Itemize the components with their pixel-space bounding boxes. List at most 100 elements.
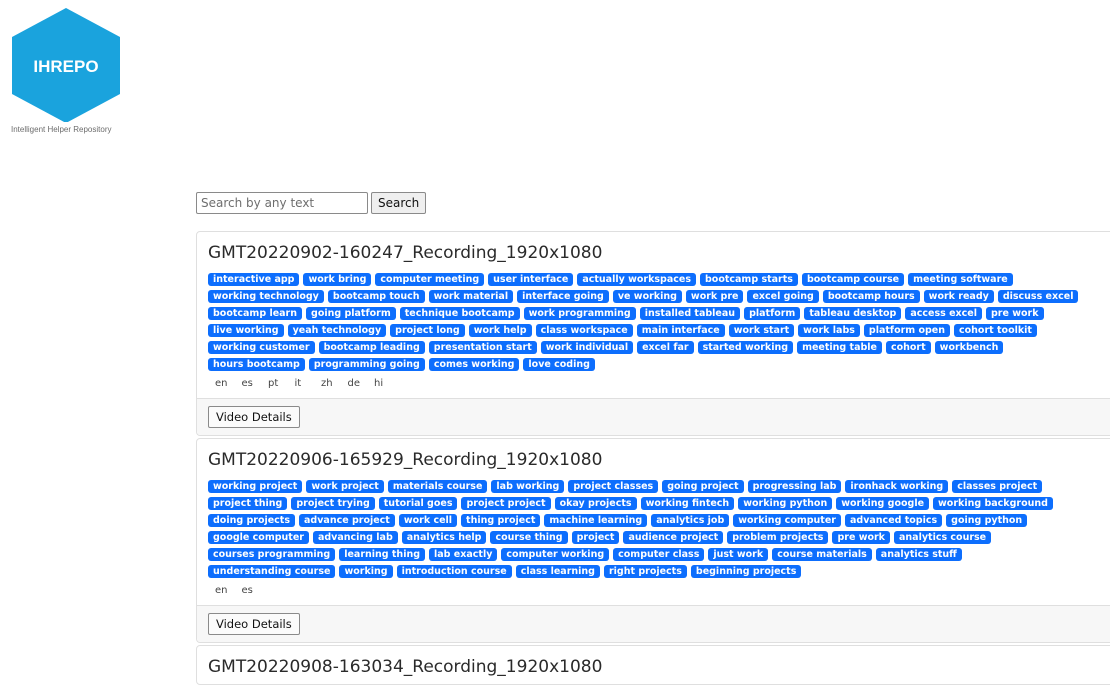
tag-badge[interactable]: project trying <box>291 497 375 510</box>
tag-badge[interactable]: working customer <box>208 341 315 354</box>
tag-badge[interactable]: excel far <box>637 341 694 354</box>
tag-badge[interactable]: learning thing <box>339 548 426 561</box>
tag-badge[interactable]: work ready <box>923 290 994 303</box>
tag-badge[interactable]: project <box>571 531 620 544</box>
tag-badge[interactable]: analytics help <box>401 531 487 544</box>
tag-badge[interactable]: just work <box>708 548 769 561</box>
tag-badge[interactable]: lab working <box>491 480 565 493</box>
language-link[interactable]: en <box>215 376 242 392</box>
tag-badge[interactable]: programming going <box>308 358 425 371</box>
tag-badge[interactable]: work individual <box>540 341 634 354</box>
tag-badge[interactable]: bootcamp leading <box>318 341 425 354</box>
tag-badge[interactable]: work programming <box>523 307 636 320</box>
tag-badge[interactable]: hours bootcamp <box>208 358 305 371</box>
language-link[interactable]: es <box>242 583 269 599</box>
tag-badge[interactable]: work material <box>428 290 514 303</box>
tag-badge[interactable]: course materials <box>772 548 872 561</box>
tag-badge[interactable]: work bring <box>303 273 372 286</box>
tag-badge[interactable]: going python <box>946 514 1028 527</box>
tag-badge[interactable]: excel going <box>747 290 819 303</box>
tag-badge[interactable]: lab exactly <box>429 548 498 561</box>
language-link[interactable]: es <box>242 376 269 392</box>
tag-badge[interactable]: started working <box>697 341 794 354</box>
tag-badge[interactable]: actually workspaces <box>577 273 696 286</box>
tag-badge[interactable]: bootcamp learn <box>208 307 303 320</box>
tag-badge[interactable]: tableau desktop <box>804 307 902 320</box>
tag-badge[interactable]: class learning <box>515 565 600 578</box>
tag-badge[interactable]: platform open <box>863 324 951 337</box>
tag-badge[interactable]: pre work <box>832 531 890 544</box>
language-link[interactable]: zh <box>321 376 348 392</box>
tag-badge[interactable]: okay projects <box>554 497 637 510</box>
tag-badge[interactable]: bootcamp starts <box>700 273 798 286</box>
tag-badge[interactable]: working python <box>738 497 833 510</box>
tag-badge[interactable]: main interface <box>636 324 725 337</box>
tag-badge[interactable]: work start <box>728 324 795 337</box>
tag-badge[interactable]: yeah technology <box>287 324 387 337</box>
tag-badge[interactable]: advanced topics <box>844 514 943 527</box>
tag-badge[interactable]: working technology <box>208 290 324 303</box>
tag-badge[interactable]: interactive app <box>208 273 300 286</box>
tag-badge[interactable]: work project <box>306 480 384 493</box>
search-input[interactable] <box>196 192 368 214</box>
tag-badge[interactable]: project thing <box>208 497 288 510</box>
tag-badge[interactable]: classes project <box>952 480 1043 493</box>
tag-badge[interactable]: advance project <box>299 514 395 527</box>
tag-badge[interactable]: thing project <box>461 514 541 527</box>
tag-badge[interactable]: audience project <box>623 531 724 544</box>
tag-badge[interactable]: cohort toolkit <box>954 324 1037 337</box>
language-link[interactable]: hi <box>374 376 401 392</box>
tag-badge[interactable]: understanding course <box>208 565 336 578</box>
tag-badge[interactable]: work cell <box>398 514 458 527</box>
tag-badge[interactable]: google computer <box>208 531 309 544</box>
tag-badge[interactable]: tutorial goes <box>378 497 458 510</box>
tag-badge[interactable]: working <box>339 565 393 578</box>
tag-badge[interactable]: analytics stuff <box>875 548 962 561</box>
tag-badge[interactable]: analytics job <box>651 514 730 527</box>
tag-badge[interactable]: introduction course <box>396 565 512 578</box>
tag-badge[interactable]: comes working <box>428 358 520 371</box>
tag-badge[interactable]: love coding <box>523 358 595 371</box>
tag-badge[interactable]: computer working <box>501 548 610 561</box>
tag-badge[interactable]: meeting table <box>797 341 882 354</box>
tag-badge[interactable]: installed tableau <box>639 307 741 320</box>
search-button[interactable]: Search <box>371 192 427 214</box>
tag-badge[interactable]: project classes <box>568 480 659 493</box>
tag-badge[interactable]: interface going <box>517 290 609 303</box>
tag-badge[interactable]: technique bootcamp <box>399 307 520 320</box>
tag-badge[interactable]: user interface <box>488 273 574 286</box>
video-details-button[interactable]: Video Details <box>208 613 300 635</box>
tag-badge[interactable]: materials course <box>387 480 488 493</box>
tag-badge[interactable]: doing projects <box>208 514 295 527</box>
video-details-button[interactable]: Video Details <box>208 406 300 428</box>
tag-badge[interactable]: meeting software <box>908 273 1013 286</box>
tag-badge[interactable]: problem projects <box>727 531 829 544</box>
tag-badge[interactable]: working background <box>933 497 1053 510</box>
tag-badge[interactable]: work pre <box>685 290 744 303</box>
tag-badge[interactable]: advancing lab <box>312 531 398 544</box>
tag-badge[interactable]: presentation start <box>428 341 537 354</box>
tag-badge[interactable]: discuss excel <box>997 290 1079 303</box>
language-link[interactable]: de <box>348 376 375 392</box>
tag-badge[interactable]: bootcamp touch <box>327 290 425 303</box>
tag-badge[interactable]: course thing <box>490 531 568 544</box>
tag-badge[interactable]: live working <box>208 324 284 337</box>
tag-badge[interactable]: beginning projects <box>690 565 802 578</box>
tag-badge[interactable]: working computer <box>733 514 841 527</box>
tag-badge[interactable]: going project <box>662 480 744 493</box>
tag-badge[interactable]: analytics course <box>894 531 992 544</box>
tag-badge[interactable]: workbench <box>934 341 1004 354</box>
tag-badge[interactable]: project long <box>390 324 465 337</box>
language-link[interactable]: it <box>295 376 322 392</box>
tag-badge[interactable]: ironhack working <box>845 480 949 493</box>
tag-badge[interactable]: bootcamp course <box>801 273 905 286</box>
logo[interactable]: IHREPO Intelligent Helper Repository <box>9 6 123 134</box>
tag-badge[interactable]: progressing lab <box>747 480 842 493</box>
tag-badge[interactable]: working google <box>836 497 930 510</box>
tag-badge[interactable]: bootcamp hours <box>822 290 920 303</box>
tag-badge[interactable]: computer class <box>613 548 705 561</box>
tag-badge[interactable]: ve working <box>612 290 682 303</box>
tag-badge[interactable]: work labs <box>798 324 860 337</box>
tag-badge[interactable]: going platform <box>306 307 396 320</box>
tag-badge[interactable]: project project <box>461 497 551 510</box>
